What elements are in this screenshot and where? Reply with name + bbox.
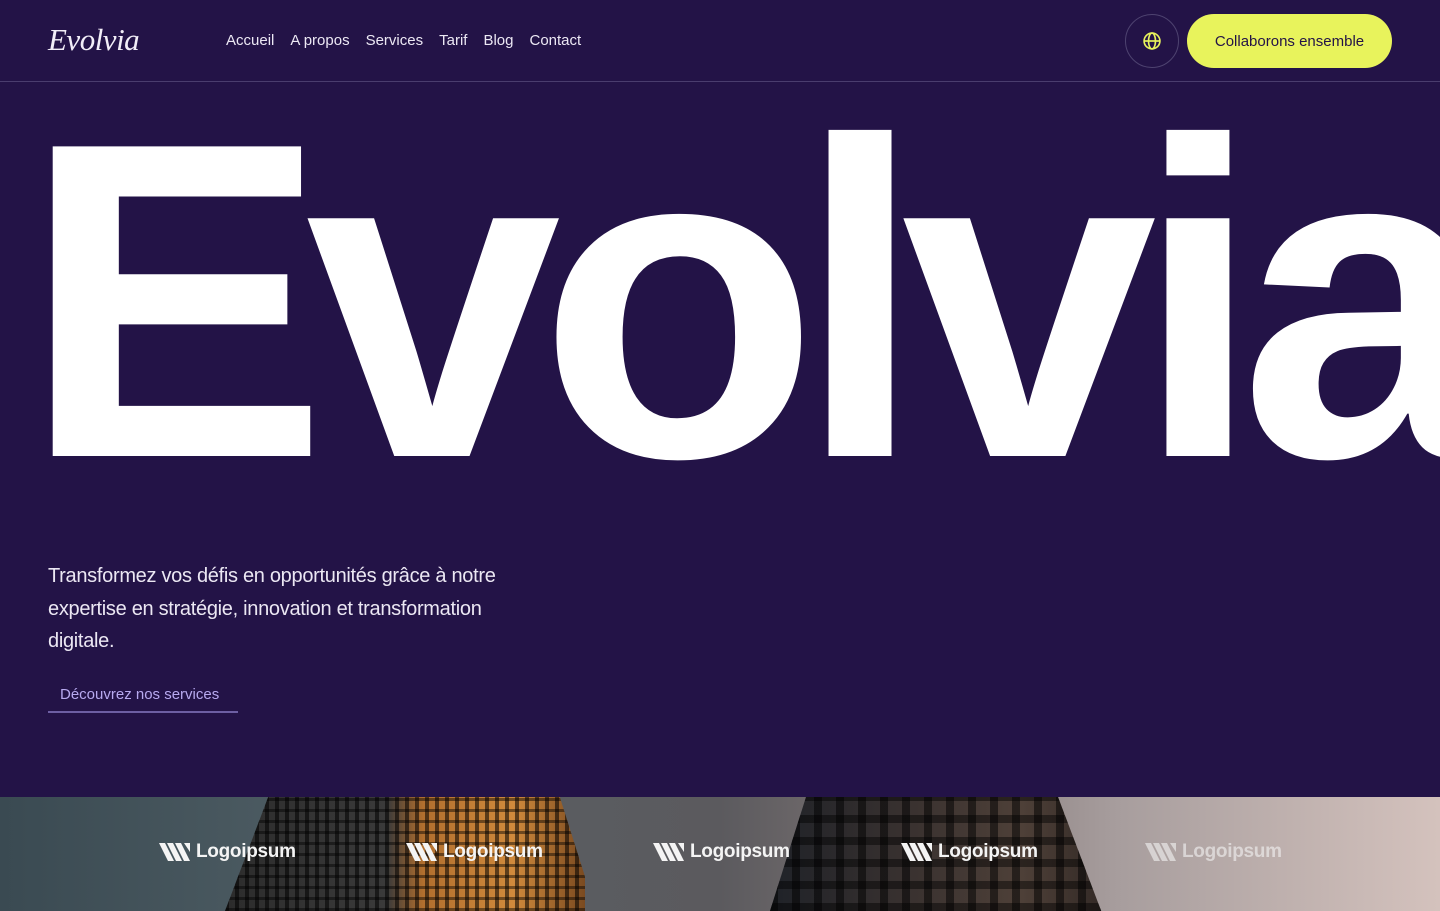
nav-item-tarif[interactable]: Tarif — [439, 32, 467, 49]
partner-logos: Logoipsum Logoipsum Logoipsum Logoipsum … — [0, 797, 1440, 911]
partner-logo: Logoipsum — [653, 841, 790, 863]
hero-title: Evolvia. — [22, 50, 1440, 552]
partner-logo-name: Logoipsum — [196, 841, 296, 862]
nav-item-blog[interactable]: Blog — [483, 32, 513, 49]
partner-logo-name: Logoipsum — [690, 841, 790, 862]
partner-logo: Logoipsum — [1145, 841, 1282, 863]
partner-logo: Logoipsum — [901, 841, 1038, 863]
nav-item-contact[interactable]: Contact — [529, 32, 581, 49]
logoipsum-mark-icon — [406, 843, 437, 861]
globe-icon — [1143, 32, 1161, 50]
nav-item-accueil[interactable]: Accueil — [226, 32, 274, 49]
logoipsum-mark-icon — [901, 843, 932, 861]
logoipsum-mark-icon — [159, 843, 190, 861]
discover-services-link[interactable]: Découvrez nos services — [48, 686, 238, 713]
main-nav: Accueil A propos Services Tarif Blog Con… — [226, 32, 581, 49]
partner-logo: Logoipsum — [159, 841, 296, 863]
nav-item-a-propos[interactable]: A propos — [290, 32, 349, 49]
nav-item-services[interactable]: Services — [366, 32, 424, 49]
partner-logos-strip: Logoipsum Logoipsum Logoipsum Logoipsum … — [0, 797, 1440, 911]
partner-logo: Logoipsum — [406, 841, 543, 863]
hero-description: Transformez vos défis en opportunités gr… — [48, 565, 496, 652]
logoipsum-mark-icon — [1145, 843, 1176, 861]
partner-logo-name: Logoipsum — [1182, 841, 1282, 862]
partner-logo-name: Logoipsum — [938, 841, 1038, 862]
partner-logo-name: Logoipsum — [443, 841, 543, 862]
logoipsum-mark-icon — [653, 843, 684, 861]
